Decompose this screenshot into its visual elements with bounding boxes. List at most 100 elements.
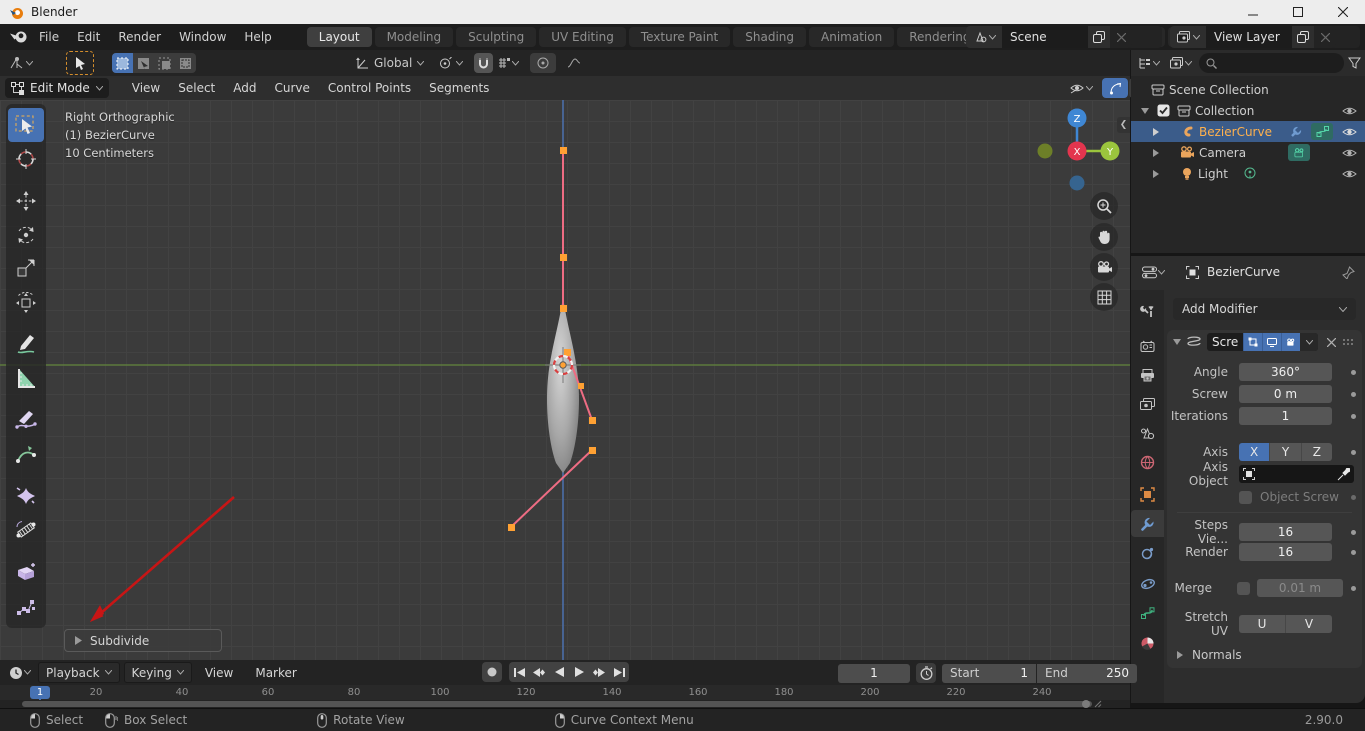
play-button[interactable] [569, 662, 589, 682]
modifier-render-toggle[interactable] [1281, 333, 1301, 351]
tool-select-box[interactable] [8, 108, 44, 142]
tab-modeling[interactable]: Modeling [374, 27, 454, 47]
view-layer-remove-button[interactable] [1314, 26, 1336, 48]
snap-settings-dropdown[interactable] [495, 53, 522, 73]
curve-handle[interactable] [510, 449, 593, 528]
steps-viewport-field[interactable]: 16 [1239, 523, 1332, 541]
eye-icon[interactable] [1342, 169, 1357, 179]
ortho-toggle-button[interactable] [1090, 283, 1118, 311]
menu-add[interactable]: Add [224, 81, 265, 95]
animate-dot[interactable] [1351, 413, 1356, 419]
outliner-search-input[interactable] [1199, 53, 1344, 73]
control-points[interactable] [508, 147, 596, 531]
tab-object-data[interactable] [1131, 600, 1164, 627]
menu-window[interactable]: Window [170, 24, 235, 50]
tab-render[interactable] [1131, 333, 1164, 360]
minimize-button[interactable] [1230, 0, 1275, 24]
transform-orientation-dropdown[interactable]: Global [352, 53, 427, 73]
navigation-gizmo[interactable]: Z X Y [1025, 105, 1125, 200]
scrollbar-knob[interactable] [1082, 700, 1090, 708]
close-button[interactable] [1320, 0, 1365, 24]
add-modifier-dropdown[interactable]: Add Modifier [1173, 298, 1356, 320]
tab-output[interactable] [1131, 361, 1164, 388]
expand-down-icon[interactable] [1173, 339, 1181, 345]
next-keyframe-button[interactable] [589, 662, 609, 682]
tab-tool[interactable] [1131, 298, 1164, 325]
menu-file[interactable]: File [30, 24, 68, 50]
axis-z-button[interactable]: Z [1301, 443, 1332, 461]
jump-start-button[interactable] [509, 662, 529, 682]
tab-physics[interactable] [1131, 540, 1164, 567]
render-steps-field[interactable]: 16 [1239, 543, 1332, 561]
select-circle-mode[interactable] [154, 53, 175, 73]
keying-menu[interactable]: Keying [123, 662, 192, 683]
3d-viewport[interactable]: Right Orthographic (1) BezierCurve 10 Ce… [0, 100, 1130, 660]
prev-keyframe-button[interactable] [529, 662, 549, 682]
view-layer-name[interactable]: View Layer [1206, 26, 1292, 48]
proportional-editing-toggle[interactable] [530, 53, 557, 73]
pin-icon[interactable] [1342, 266, 1355, 279]
timeline-editor-type[interactable] [6, 663, 34, 683]
checkbox-checked-icon[interactable] [1157, 104, 1170, 117]
eyedropper-icon[interactable] [1337, 467, 1350, 481]
tab-layout[interactable]: Layout [306, 27, 372, 47]
scene-unlink-button[interactable] [1110, 26, 1132, 48]
menu-segments[interactable]: Segments [420, 81, 498, 95]
sidebar-collapse-arrow[interactable]: ❮ [1117, 117, 1130, 133]
jump-end-button[interactable] [609, 662, 629, 682]
tool-randomize[interactable] [8, 589, 44, 623]
blender-menu-icon[interactable] [8, 29, 30, 45]
menu-help[interactable]: Help [235, 24, 280, 50]
outliner-row-beziercurve[interactable]: BezierCurve [1131, 121, 1365, 142]
screw-field[interactable]: 0 m [1239, 385, 1332, 403]
outliner-filter-button[interactable] [1348, 57, 1361, 69]
axis-y-button[interactable]: Y [1270, 443, 1302, 461]
tab-world[interactable] [1131, 449, 1164, 476]
maximize-button[interactable] [1275, 0, 1320, 24]
timeline-scrollbar[interactable] [0, 700, 1130, 708]
mode-dropdown[interactable]: Edit Mode [5, 78, 109, 98]
active-tool-toggle[interactable] [66, 51, 94, 75]
properties-editor-type[interactable] [1139, 262, 1168, 282]
subdivide-operator-panel[interactable]: Subdivide [64, 629, 222, 652]
animate-dot[interactable] [1351, 369, 1356, 375]
tool-annotate[interactable] [8, 327, 44, 361]
tool-draw[interactable] [8, 403, 44, 437]
curve-data-icon[interactable] [1311, 123, 1333, 140]
tab-view-layer[interactable] [1131, 391, 1164, 418]
expand-right-icon[interactable] [1153, 127, 1159, 136]
outliner-row-light[interactable]: Light [1131, 163, 1365, 184]
animate-dot[interactable] [1351, 449, 1356, 455]
animate-dot[interactable] [1351, 549, 1356, 555]
select-lasso-mode[interactable] [175, 53, 196, 73]
tool-curve-pen[interactable] [8, 437, 44, 471]
scrollbar-thumb[interactable] [22, 700, 1092, 708]
tab-object[interactable] [1131, 481, 1164, 508]
auto-keyframe-toggle[interactable] [916, 663, 936, 683]
expand-right-icon[interactable] [1153, 169, 1159, 178]
object-screw-checkbox[interactable] [1239, 490, 1252, 504]
normals-subpanel[interactable]: Normals [1167, 646, 1362, 664]
tab-texture-paint[interactable]: Texture Paint [628, 27, 731, 47]
animate-dot[interactable] [1351, 494, 1356, 500]
current-frame-field[interactable]: 1 [838, 663, 910, 683]
merge-field[interactable]: 0.01 m [1257, 579, 1343, 597]
scene-copy-button[interactable] [1088, 26, 1110, 48]
angle-field[interactable]: 360° [1239, 363, 1332, 381]
gizmo-y-neg[interactable] [1037, 143, 1053, 159]
modifier-editmode-toggle[interactable] [1243, 333, 1263, 351]
animate-dot[interactable] [1351, 391, 1356, 397]
tab-scene[interactable] [1131, 419, 1164, 446]
pivot-point-dropdown[interactable] [435, 53, 466, 73]
frame-start-field[interactable]: Start 1 [942, 663, 1036, 683]
expand-right-icon[interactable] [1153, 148, 1159, 157]
gizmo-z-neg[interactable] [1069, 175, 1085, 191]
expand-down-icon[interactable] [1141, 107, 1149, 114]
tab-shading[interactable]: Shading [733, 27, 806, 47]
modifier-close-icon[interactable] [1327, 337, 1337, 347]
stretch-v-button[interactable]: V [1286, 615, 1332, 633]
outliner-row-collection[interactable]: Collection [1131, 100, 1365, 121]
drag-handle-icon[interactable] [1342, 338, 1356, 346]
select-tweak-mode[interactable] [133, 53, 154, 73]
axis-x-button[interactable]: X [1239, 443, 1271, 461]
